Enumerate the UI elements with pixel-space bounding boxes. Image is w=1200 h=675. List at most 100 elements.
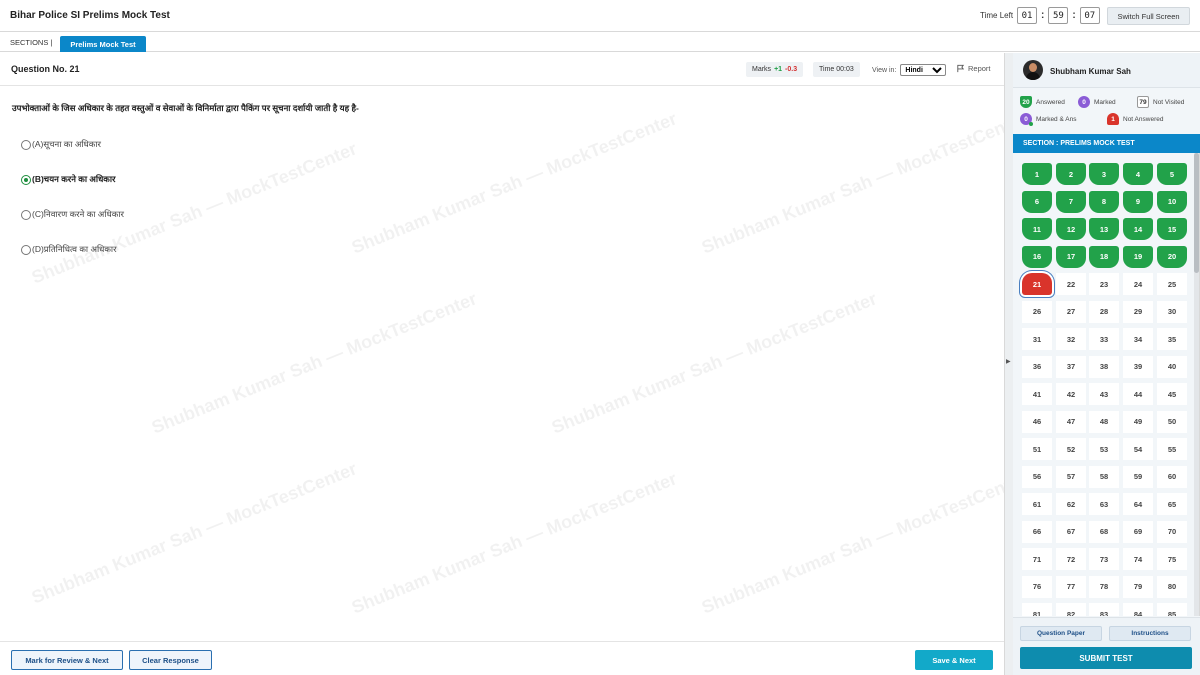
option-radio[interactable] [21,174,31,185]
question-button[interactable]: 54 [1123,438,1153,460]
question-button[interactable]: 45 [1157,383,1187,405]
question-button[interactable]: 4 [1123,163,1153,185]
report-button[interactable]: Report [956,64,991,73]
question-button[interactable]: 44 [1123,383,1153,405]
question-button[interactable]: 42 [1056,383,1086,405]
option-b[interactable]: (B)चयन करने का अधिकार [21,174,116,185]
question-button[interactable]: 24 [1123,273,1153,295]
question-button-current[interactable]: 21 [1022,273,1052,295]
question-button[interactable]: 41 [1022,383,1052,405]
question-button[interactable]: 68 [1089,520,1119,543]
question-button[interactable]: 80 [1157,575,1187,598]
option-c[interactable]: (C)निवारण करने का अधिकार [21,209,124,220]
question-button[interactable]: 74 [1123,548,1153,570]
question-button[interactable]: 29 [1123,300,1153,323]
question-button[interactable]: 57 [1056,465,1086,488]
question-button[interactable]: 8 [1089,190,1119,213]
question-paper-button[interactable]: Question Paper [1020,626,1102,641]
palette-scrollbar[interactable] [1194,153,1199,616]
question-button[interactable]: 9 [1123,190,1153,213]
question-button[interactable]: 47 [1056,410,1086,433]
question-button[interactable]: 31 [1022,328,1052,350]
mark-for-review-button[interactable]: Mark for Review & Next [11,650,123,670]
question-button[interactable]: 71 [1022,548,1052,570]
panel-toggle[interactable]: ▶ [1004,53,1013,675]
question-button[interactable]: 16 [1022,245,1052,268]
question-button[interactable]: 11 [1022,218,1052,240]
question-button[interactable]: 66 [1022,520,1052,543]
question-button[interactable]: 69 [1123,520,1153,543]
question-button[interactable]: 38 [1089,355,1119,378]
question-button[interactable]: 79 [1123,575,1153,598]
question-button[interactable]: 36 [1022,355,1052,378]
question-button[interactable]: 51 [1022,438,1052,460]
question-button[interactable]: 77 [1056,575,1086,598]
question-button[interactable]: 84 [1123,603,1153,616]
option-d[interactable]: (D)प्रतिनिधित्व का अधिकार [21,244,117,255]
question-button[interactable]: 37 [1056,355,1086,378]
question-button[interactable]: 64 [1123,493,1153,515]
question-button[interactable]: 60 [1157,465,1187,488]
question-button[interactable]: 32 [1056,328,1086,350]
save-next-button[interactable]: Save & Next [915,650,993,670]
question-button[interactable]: 22 [1056,273,1086,295]
question-button[interactable]: 82 [1056,603,1086,616]
question-button[interactable]: 34 [1123,328,1153,350]
question-button[interactable]: 73 [1089,548,1119,570]
option-radio[interactable] [21,139,31,150]
question-button[interactable]: 5 [1157,163,1187,185]
question-button[interactable]: 46 [1022,410,1052,433]
option-radio[interactable] [21,244,31,255]
question-button[interactable]: 14 [1123,218,1153,240]
tab-prelims-mock-test[interactable]: Prelims Mock Test [60,36,146,52]
question-button[interactable]: 39 [1123,355,1153,378]
question-button[interactable]: 52 [1056,438,1086,460]
question-button[interactable]: 25 [1157,273,1187,295]
question-button[interactable]: 53 [1089,438,1119,460]
question-button[interactable]: 55 [1157,438,1187,460]
question-button[interactable]: 70 [1157,520,1187,543]
question-button[interactable]: 2 [1056,163,1086,185]
question-button[interactable]: 17 [1056,245,1086,268]
question-button[interactable]: 72 [1056,548,1086,570]
question-button[interactable]: 78 [1089,575,1119,598]
language-select[interactable]: Hindi [900,64,947,76]
question-button[interactable]: 3 [1089,163,1119,185]
question-button[interactable]: 33 [1089,328,1119,350]
question-button[interactable]: 58 [1089,465,1119,488]
question-button[interactable]: 50 [1157,410,1187,433]
clear-response-button[interactable]: Clear Response [129,650,212,670]
question-button[interactable]: 7 [1056,190,1086,213]
instructions-button[interactable]: Instructions [1109,626,1191,641]
question-button[interactable]: 12 [1056,218,1086,240]
question-button[interactable]: 85 [1157,603,1187,616]
option-a[interactable]: (A)सूचना का अधिकार [21,139,101,150]
question-button[interactable]: 67 [1056,520,1086,543]
question-button[interactable]: 26 [1022,300,1052,323]
switch-fullscreen-button[interactable]: Switch Full Screen [1107,7,1190,25]
question-button[interactable]: 20 [1157,245,1187,268]
question-button[interactable]: 18 [1089,245,1119,268]
question-button[interactable]: 63 [1089,493,1119,515]
question-button[interactable]: 65 [1157,493,1187,515]
question-button[interactable]: 30 [1157,300,1187,323]
question-button[interactable]: 27 [1056,300,1086,323]
question-button[interactable]: 15 [1157,218,1187,240]
question-button[interactable]: 43 [1089,383,1119,405]
question-button[interactable]: 48 [1089,410,1119,433]
question-button[interactable]: 76 [1022,575,1052,598]
question-button[interactable]: 40 [1157,355,1187,378]
scrollbar-thumb[interactable] [1194,153,1199,273]
question-button[interactable]: 13 [1089,218,1119,240]
question-button[interactable]: 59 [1123,465,1153,488]
question-button[interactable]: 19 [1123,245,1153,268]
question-button[interactable]: 10 [1157,190,1187,213]
option-radio[interactable] [21,209,31,220]
question-button[interactable]: 62 [1056,493,1086,515]
question-button[interactable]: 61 [1022,493,1052,515]
question-button[interactable]: 75 [1157,548,1187,570]
question-button[interactable]: 83 [1089,603,1119,616]
question-button[interactable]: 28 [1089,300,1119,323]
question-button[interactable]: 6 [1022,190,1052,213]
question-button[interactable]: 23 [1089,273,1119,295]
